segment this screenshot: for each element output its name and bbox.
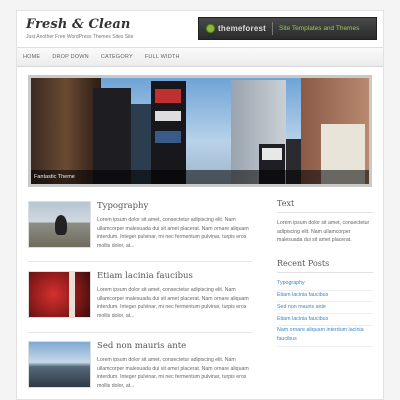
billboard	[155, 131, 181, 143]
text-widget-title: Text	[277, 199, 373, 213]
recent-posts-title: Recent Posts	[277, 259, 373, 273]
recent-post-link[interactable]: Etiam lacinia faucibus	[277, 291, 373, 303]
post-excerpt: Lorem ipsum dolor sit amet, consectetur …	[97, 217, 249, 249]
featured-slider[interactable]: Fantastic Theme	[28, 75, 372, 187]
nav-full-width[interactable]: FULL WIDTH	[145, 54, 180, 60]
nav-drop-down[interactable]: DROP DOWN	[52, 54, 89, 60]
post-title[interactable]: Etiam lacinia faucibus	[97, 271, 193, 281]
recent-post-link[interactable]: Etiam lacinia faucibus	[277, 314, 373, 326]
page-container: Fresh & Clean Just Another Free WordPres…	[16, 10, 384, 400]
recent-post-link[interactable]: Typography	[277, 279, 373, 291]
site-logo[interactable]: Fresh & Clean	[26, 17, 130, 32]
post-excerpt: Lorem ipsum dolor sit amet, consectetur …	[97, 287, 249, 319]
main-nav: HOME DROP DOWN CATEGORY FULL WIDTH	[17, 47, 383, 67]
sidebar: Text Lorem ipsum dolor sit amet, consect…	[277, 199, 373, 347]
banner-brand: themeforest	[218, 24, 266, 33]
banner-text: Site Templates and Themes	[279, 25, 360, 32]
recent-posts-list: Typography Etiam lacinia faucibus Sed no…	[277, 279, 373, 347]
post-thumbnail[interactable]	[28, 201, 91, 248]
post-divider	[28, 261, 252, 262]
billboard	[155, 111, 181, 121]
post-divider	[28, 332, 252, 333]
site-tagline: Just Another Free WordPress Themes Sites…	[26, 34, 134, 40]
rope-shape	[69, 272, 75, 317]
building	[31, 78, 101, 184]
site-header: Fresh & Clean Just Another Free WordPres…	[17, 11, 383, 47]
leaf-icon	[206, 24, 215, 33]
banner-divider	[272, 22, 273, 35]
post-thumbnail[interactable]	[28, 341, 91, 388]
building	[151, 81, 186, 184]
billboard	[155, 89, 181, 103]
post-excerpt: Lorem ipsum dolor sit amet, consectetur …	[97, 357, 249, 389]
post-title[interactable]: Sed non mauris ante	[97, 341, 186, 351]
post-item: Typography Lorem ipsum dolor sit amet, c…	[28, 201, 252, 253]
nav-category[interactable]: CATEGORY	[101, 54, 133, 60]
slide-caption: Fantastic Theme	[31, 170, 369, 184]
post-item: Sed non mauris ante Lorem ipsum dolor si…	[28, 341, 252, 393]
billboard	[262, 148, 282, 160]
nav-home[interactable]: HOME	[23, 54, 40, 60]
post-item: Etiam lacinia faucibus Lorem ipsum dolor…	[28, 271, 252, 323]
text-widget-body: Lorem ipsum dolor sit amet, consectetur …	[277, 220, 370, 244]
bird-shape	[55, 215, 67, 235]
recent-post-link[interactable]: Nam ornare aliquam interdum lacinia fauc…	[277, 326, 373, 347]
post-thumbnail[interactable]	[28, 271, 91, 318]
post-title[interactable]: Typography	[97, 201, 148, 211]
ad-banner[interactable]: themeforest Site Templates and Themes	[198, 17, 377, 40]
slide-image: Fantastic Theme	[31, 78, 369, 184]
recent-post-link[interactable]: Sed non mauris ante	[277, 302, 373, 315]
